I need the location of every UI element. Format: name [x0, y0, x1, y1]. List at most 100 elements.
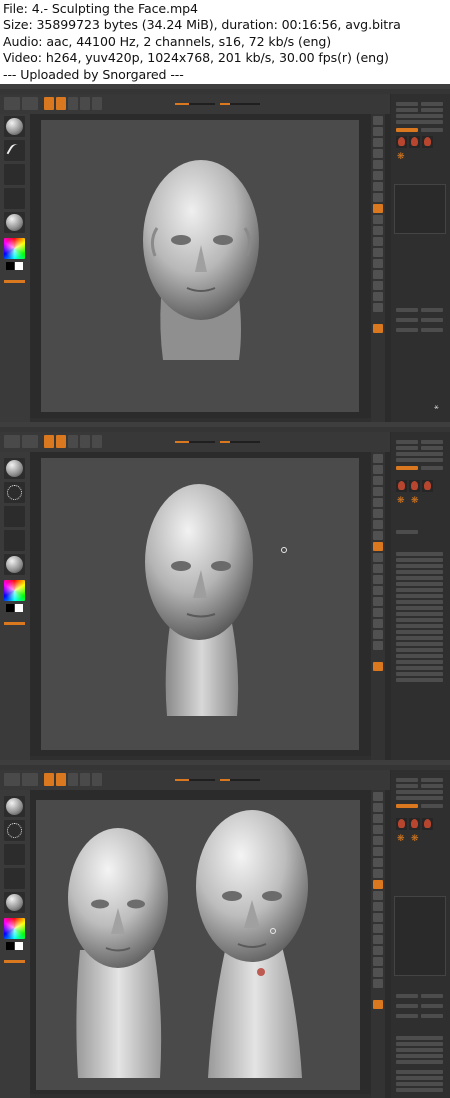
stroke-icon[interactable]: [4, 820, 25, 841]
draw-size-slider[interactable]: [220, 103, 260, 105]
zoom-button[interactable]: [373, 149, 383, 158]
scroll-button[interactable]: [373, 814, 383, 823]
scale-button[interactable]: [80, 97, 90, 110]
contact-menu[interactable]: [396, 612, 443, 616]
tool-thumbnail[interactable]: [396, 818, 407, 830]
polymesh-figure-icon[interactable]: ❋: [411, 496, 421, 507]
projection-button[interactable]: [4, 773, 20, 786]
switch-color-button[interactable]: [4, 960, 25, 963]
uv-map-menu[interactable]: [396, 630, 443, 634]
load-tool-button[interactable]: [396, 778, 418, 782]
geometry-menu[interactable]: [396, 1070, 443, 1074]
secondary-color-swatch[interactable]: [6, 942, 14, 950]
split-menu[interactable]: [396, 1036, 443, 1040]
ghost-button[interactable]: [373, 968, 383, 977]
xpose-button[interactable]: [373, 662, 383, 671]
sphere-brush-icon[interactable]: [4, 458, 25, 479]
aahalf-button[interactable]: [373, 847, 383, 856]
polyf-button[interactable]: [373, 946, 383, 955]
alpha-icon[interactable]: [4, 844, 25, 865]
actual-button[interactable]: [373, 836, 383, 845]
tool-thumbnail[interactable]: [396, 136, 407, 148]
geometry-menu[interactable]: [396, 552, 443, 556]
tool-thumbnail[interactable]: [409, 136, 420, 148]
floor-button[interactable]: [373, 531, 383, 540]
make-polymesh-button[interactable]: [396, 458, 443, 462]
visibility-menu[interactable]: [396, 600, 443, 604]
fibermesh-menu[interactable]: [396, 1082, 443, 1086]
polymesh-figure-icon[interactable]: ❋: [397, 152, 407, 163]
geometry-hd-menu[interactable]: [396, 1088, 443, 1092]
actual-button[interactable]: [373, 498, 383, 507]
export-button[interactable]: [421, 446, 443, 450]
polygroups-menu[interactable]: [396, 606, 443, 610]
local-button[interactable]: [373, 880, 383, 889]
del-other-button[interactable]: [421, 328, 443, 332]
duplicate-button[interactable]: [396, 1004, 418, 1008]
import-button[interactable]: [396, 446, 418, 450]
deformation-menu[interactable]: [396, 588, 443, 592]
fibermesh-menu[interactable]: [396, 564, 443, 568]
floor-button[interactable]: [373, 869, 383, 878]
layers-menu[interactable]: [396, 1076, 443, 1080]
extract-menu[interactable]: [396, 1060, 443, 1064]
delete-button[interactable]: [396, 328, 418, 332]
tool-thumbnail[interactable]: [422, 480, 433, 492]
xyz-button[interactable]: [373, 215, 383, 224]
spix-button[interactable]: [373, 127, 383, 136]
polymesh-figure-icon[interactable]: ❋: [411, 834, 421, 845]
zoom-button[interactable]: [373, 487, 383, 496]
switch-color-button[interactable]: [4, 280, 25, 283]
move-view-button[interactable]: [373, 575, 383, 584]
draw-button[interactable]: [56, 97, 66, 110]
frame-button[interactable]: [373, 564, 383, 573]
color-picker-icon[interactable]: [4, 918, 25, 939]
sphere-brush-icon[interactable]: [4, 116, 25, 137]
transp-button[interactable]: [373, 957, 383, 966]
goz-button[interactable]: [396, 804, 418, 808]
preview-button[interactable]: [396, 994, 418, 998]
rotate-view-button[interactable]: [373, 935, 383, 944]
import-menu[interactable]: [396, 672, 443, 676]
delete-button[interactable]: [396, 1014, 418, 1018]
frame-button[interactable]: [373, 226, 383, 235]
alpha-icon[interactable]: [4, 506, 25, 527]
polymesh-figure-icon[interactable]: ❋: [397, 834, 407, 845]
move-button[interactable]: [68, 435, 78, 448]
local-button[interactable]: [373, 204, 383, 213]
project-menu[interactable]: [396, 1054, 443, 1058]
secondary-color-swatch[interactable]: [6, 604, 14, 612]
scroll-button[interactable]: [373, 138, 383, 147]
floor-button[interactable]: [373, 193, 383, 202]
vector-displacement-menu[interactable]: [396, 642, 443, 646]
del-other-button[interactable]: [421, 1014, 443, 1018]
move-view-button[interactable]: [373, 913, 383, 922]
edit-button[interactable]: [44, 435, 54, 448]
make-polymesh-button[interactable]: [396, 796, 443, 800]
scale-view-button[interactable]: [373, 248, 383, 257]
geometry-hd-menu[interactable]: [396, 570, 443, 574]
rotate-button[interactable]: [92, 97, 102, 110]
tool-thumbnail[interactable]: [396, 480, 407, 492]
preview-button[interactable]: [396, 308, 418, 312]
load-tool-button[interactable]: [396, 102, 418, 106]
material-sphere-icon[interactable]: [4, 892, 25, 913]
bpr-button[interactable]: [373, 454, 383, 463]
all-button[interactable]: [421, 804, 443, 808]
scale-view-button[interactable]: [373, 586, 383, 595]
append-button[interactable]: [421, 318, 443, 322]
alpha-icon[interactable]: [4, 164, 25, 185]
draw-button[interactable]: [56, 435, 66, 448]
export-menu[interactable]: [396, 678, 443, 682]
persp-button[interactable]: [373, 182, 383, 191]
zoom-button[interactable]: [373, 825, 383, 834]
material-sphere-icon[interactable]: [4, 212, 25, 233]
aahalf-button[interactable]: [373, 509, 383, 518]
texture-icon[interactable]: [4, 530, 25, 551]
viewport-canvas[interactable]: [41, 120, 359, 412]
scroll-button[interactable]: [373, 476, 383, 485]
bpr-button[interactable]: [373, 116, 383, 125]
actual-button[interactable]: [373, 160, 383, 169]
texture-map-menu[interactable]: [396, 636, 443, 640]
display-properties-menu[interactable]: [396, 660, 443, 664]
